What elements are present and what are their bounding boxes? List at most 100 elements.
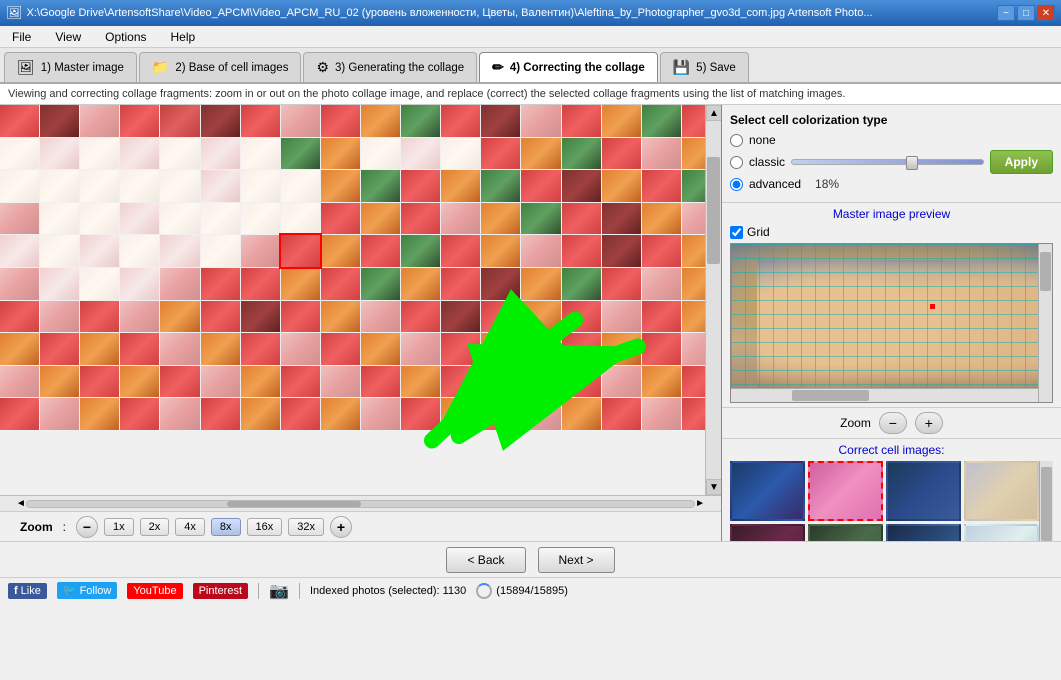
mosaic-cell[interactable]: [361, 105, 400, 137]
cell-image-5[interactable]: [730, 524, 805, 541]
next-button[interactable]: Next >: [538, 547, 615, 573]
zoom-plus-button[interactable]: +: [330, 516, 352, 538]
mosaic-cell[interactable]: [361, 138, 400, 170]
zoom-16x-button[interactable]: 16x: [247, 518, 283, 536]
mosaic-cell[interactable]: [40, 105, 79, 137]
mosaic-cell[interactable]: [281, 268, 320, 300]
mosaic-cell[interactable]: [281, 366, 320, 398]
mosaic-cell[interactable]: [40, 170, 79, 202]
horizontal-scrollbar[interactable]: ◄ ►: [0, 495, 721, 511]
mosaic-cell[interactable]: [120, 235, 159, 267]
mosaic-cell[interactable]: [321, 203, 360, 235]
mosaic-cell[interactable]: [521, 333, 560, 365]
mosaic-cell[interactable]: [40, 366, 79, 398]
mosaic-cell[interactable]: [521, 235, 560, 267]
mosaic-cell[interactable]: [201, 203, 240, 235]
mosaic-cell[interactable]: [562, 301, 601, 333]
radio-advanced[interactable]: [730, 178, 743, 191]
mosaic-cell[interactable]: [642, 333, 681, 365]
grid-checkbox[interactable]: [730, 226, 743, 239]
mosaic-cell[interactable]: [602, 170, 641, 202]
mosaic-cell[interactable]: [120, 268, 159, 300]
mosaic-cell[interactable]: [241, 301, 280, 333]
mosaic-cell[interactable]: [441, 138, 480, 170]
cell-image-2[interactable]: [808, 461, 883, 521]
mosaic-cell[interactable]: [481, 170, 520, 202]
mosaic-cell[interactable]: [642, 268, 681, 300]
mosaic-cell[interactable]: [0, 301, 39, 333]
cell-image-8[interactable]: [964, 524, 1039, 541]
mosaic-cell[interactable]: [40, 268, 79, 300]
mosaic-cell[interactable]: [401, 268, 440, 300]
mosaic-cell[interactable]: [241, 366, 280, 398]
mosaic-cell[interactable]: [0, 235, 39, 267]
mosaic-cell[interactable]: [241, 235, 280, 267]
mosaic-cell[interactable]: [281, 203, 320, 235]
mosaic-cell[interactable]: [441, 366, 480, 398]
mosaic-container[interactable]: [0, 105, 721, 495]
mosaic-cell[interactable]: [321, 138, 360, 170]
mosaic-cell[interactable]: [481, 333, 520, 365]
mosaic-cell[interactable]: [401, 366, 440, 398]
mosaic-cell[interactable]: [201, 170, 240, 202]
mosaic-cell[interactable]: [241, 170, 280, 202]
zoom-1x-button[interactable]: 1x: [104, 518, 134, 536]
mosaic-cell[interactable]: [281, 301, 320, 333]
mosaic-cell[interactable]: [361, 268, 400, 300]
mosaic-cell[interactable]: [642, 398, 681, 430]
preview-hscroll-thumb[interactable]: [792, 390, 869, 401]
mosaic-cell[interactable]: [241, 138, 280, 170]
mosaic-cell[interactable]: [602, 203, 641, 235]
mosaic-cell[interactable]: [562, 398, 601, 430]
preview-hscroll[interactable]: [731, 388, 1038, 402]
mosaic-cell[interactable]: [602, 268, 641, 300]
mosaic-cell[interactable]: [481, 366, 520, 398]
mosaic-cell[interactable]: [281, 105, 320, 137]
mosaic-cell[interactable]: [521, 138, 560, 170]
mosaic-cell[interactable]: [642, 366, 681, 398]
maximize-button[interactable]: □: [1017, 5, 1035, 21]
mosaic-cell[interactable]: [642, 105, 681, 137]
cell-images-scroll-thumb[interactable]: [1041, 467, 1052, 541]
mosaic-cell[interactable]: [521, 170, 560, 202]
mosaic-cell[interactable]: [201, 138, 240, 170]
mosaic-cell[interactable]: [642, 170, 681, 202]
mosaic-cell[interactable]: [80, 235, 119, 267]
mosaic-cell[interactable]: [361, 170, 400, 202]
hscroll-track[interactable]: [26, 500, 695, 508]
mosaic-cell[interactable]: [401, 170, 440, 202]
mosaic-cell[interactable]: [241, 268, 280, 300]
mosaic-cell[interactable]: [321, 333, 360, 365]
zoom-minus-button[interactable]: −: [76, 516, 98, 538]
mosaic-cell[interactable]: [521, 268, 560, 300]
preview-vscroll-thumb[interactable]: [1040, 252, 1051, 292]
mosaic-cell[interactable]: [401, 301, 440, 333]
mosaic-cell[interactable]: [321, 170, 360, 202]
mosaic-cell[interactable]: [0, 138, 39, 170]
mosaic-cell[interactable]: [521, 366, 560, 398]
tab-master-image[interactable]: 🖼 1) Master image: [4, 52, 137, 82]
close-button[interactable]: ✕: [1037, 5, 1055, 21]
cell-image-3[interactable]: [886, 461, 961, 521]
mosaic-cell[interactable]: [40, 333, 79, 365]
hscroll-thumb[interactable]: [227, 501, 360, 507]
mosaic-cell[interactable]: [562, 170, 601, 202]
mosaic-cell[interactable]: [441, 170, 480, 202]
back-button[interactable]: < Back: [446, 547, 525, 573]
menu-options[interactable]: Options: [97, 28, 154, 46]
mosaic-cell[interactable]: [602, 398, 641, 430]
mosaic-cell[interactable]: [602, 235, 641, 267]
mosaic-cell[interactable]: [361, 333, 400, 365]
mosaic-cell[interactable]: [562, 366, 601, 398]
mosaic-cell[interactable]: [80, 268, 119, 300]
mosaic-cell[interactable]: [361, 235, 400, 267]
mosaic-cell[interactable]: [521, 105, 560, 137]
mosaic-cell[interactable]: [521, 301, 560, 333]
mosaic-cell[interactable]: [241, 398, 280, 430]
mosaic-cell[interactable]: [120, 366, 159, 398]
mosaic-cell[interactable]: [120, 138, 159, 170]
mosaic-cell[interactable]: [642, 235, 681, 267]
hscroll-left-btn[interactable]: ◄: [16, 498, 26, 509]
mosaic-cell[interactable]: [0, 333, 39, 365]
mosaic-cell[interactable]: [361, 366, 400, 398]
